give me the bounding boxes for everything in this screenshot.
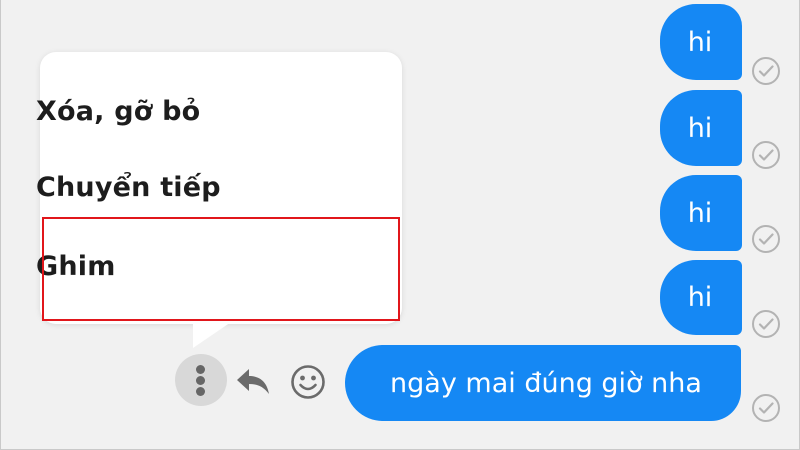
reply-icon[interactable] [235, 365, 273, 397]
emoji-icon[interactable] [290, 364, 326, 400]
sent-check-icon [751, 224, 781, 254]
pin-highlight-box [42, 217, 400, 321]
message-bubble[interactable]: hi [660, 260, 742, 335]
message-text: hi [687, 26, 713, 58]
sent-check-icon [751, 393, 781, 423]
message-bubble[interactable]: hi [660, 4, 742, 80]
sent-check-icon [751, 140, 781, 170]
menu-item-forward[interactable]: Chuyển tiếp [36, 174, 221, 201]
message-text: ngày mai đúng giờ nha [390, 367, 702, 399]
more-options-icon[interactable] [175, 354, 227, 406]
message-bubble[interactable]: hi [660, 175, 742, 251]
message-text: hi [687, 197, 713, 229]
message-bubble[interactable]: hi [660, 90, 742, 166]
message-bubble[interactable]: ngày mai đúng giờ nha [345, 345, 741, 421]
message-text: hi [687, 282, 713, 313]
menu-pointer [193, 318, 237, 348]
sent-check-icon [751, 309, 781, 339]
sent-check-icon [751, 56, 781, 86]
message-text: hi [687, 112, 713, 144]
menu-item-remove[interactable]: Xóa, gỡ bỏ [36, 98, 200, 125]
